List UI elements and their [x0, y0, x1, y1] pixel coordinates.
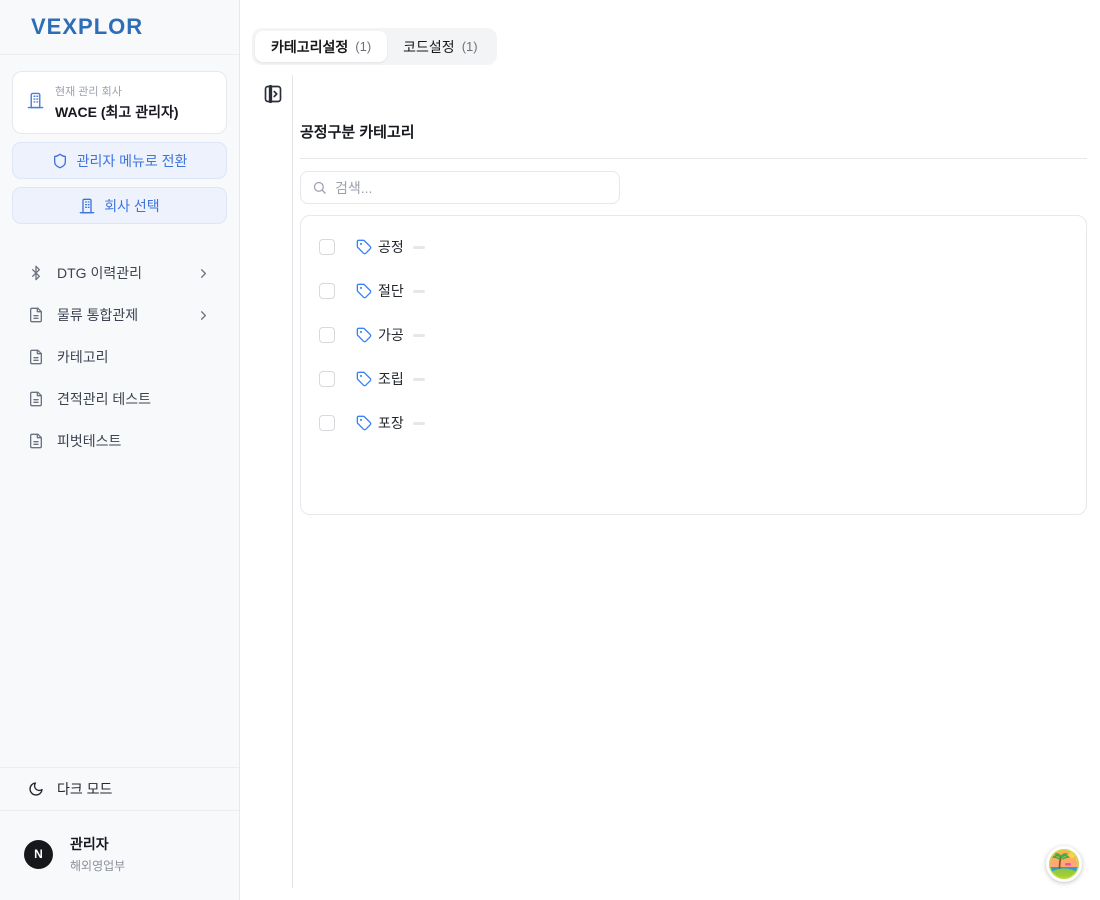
vexplor-logo[interactable]: VEXPLOR	[31, 14, 143, 40]
page-title: 공정구분 카테고리	[300, 121, 415, 142]
category-list-panel: 공정 절단 가공 조립	[300, 215, 1087, 515]
tag-icon	[356, 415, 372, 431]
current-company-card[interactable]: 현재 관리 회사 WACE (최고 관리자)	[12, 71, 227, 134]
tab-code-settings[interactable]: 코드설정 (1)	[387, 31, 493, 62]
category-row: 공정	[301, 225, 1086, 269]
category-checkbox[interactable]	[319, 283, 335, 299]
tab-count: (1)	[462, 39, 478, 54]
category-checkbox[interactable]	[319, 415, 335, 431]
company-name: WACE (최고 관리자)	[55, 102, 179, 122]
sidebar-item-quote-test[interactable]: 견적관리 테스트	[12, 378, 227, 420]
file-text-icon	[28, 433, 44, 449]
sidebar-item-label: 견적관리 테스트	[57, 389, 151, 409]
tag-icon	[356, 239, 372, 255]
sidebar-item-dtg-history[interactable]: DTG 이력관리	[12, 252, 227, 294]
user-profile[interactable]: N 관리자 해외영업부	[0, 811, 239, 900]
sidebar-item-label: 피벗테스트	[57, 431, 121, 451]
bluetooth-icon	[28, 265, 44, 281]
category-row: 가공	[301, 313, 1086, 357]
category-dash	[413, 334, 425, 337]
sidebar-item-category[interactable]: 카테고리	[12, 336, 227, 378]
sidebar-nav: DTG 이력관리 물류 통합관제 카테고리 견적관리 테스트	[0, 252, 239, 462]
dark-mode-label: 다크 모드	[57, 779, 112, 799]
chevron-right-icon	[196, 266, 211, 281]
file-text-icon	[28, 307, 44, 323]
category-label[interactable]: 포장	[378, 413, 404, 433]
sidebar-item-label: DTG 이력관리	[57, 263, 142, 283]
category-row: 포장	[301, 401, 1086, 445]
tag-icon	[356, 371, 372, 387]
switch-admin-menu-label: 관리자 메뉴로 전환	[77, 151, 188, 171]
user-name: 관리자	[70, 834, 125, 854]
tag-icon	[356, 283, 372, 299]
main-content: 카테고리설정 (1) 코드설정 (1) 공정구분 카테고리 공정	[240, 0, 1100, 900]
shield-icon	[52, 153, 68, 169]
sidebar-item-label: 물류 통합관제	[57, 305, 138, 325]
category-label[interactable]: 공정	[378, 237, 404, 257]
settings-tabs: 카테고리설정 (1) 코드설정 (1)	[252, 28, 497, 65]
desert-island-icon	[1048, 848, 1080, 880]
building-icon	[79, 198, 95, 214]
category-label[interactable]: 가공	[378, 325, 404, 345]
panel-left-open-icon	[263, 84, 283, 104]
title-divider	[300, 158, 1087, 159]
sidebar-bottom: 다크 모드 N 관리자 해외영업부	[0, 767, 239, 900]
moon-icon	[28, 781, 44, 797]
category-checkbox[interactable]	[319, 327, 335, 343]
category-label[interactable]: 절단	[378, 281, 404, 301]
user-department: 해외영업부	[70, 857, 125, 874]
tab-label: 카테고리설정	[271, 37, 348, 57]
search-icon	[312, 180, 327, 195]
select-company-button[interactable]: 회사 선택	[12, 187, 227, 224]
file-text-icon	[28, 349, 44, 365]
category-checkbox[interactable]	[319, 371, 335, 387]
sidebar-item-logistics-control[interactable]: 물류 통합관제	[12, 294, 227, 336]
category-dash	[413, 246, 425, 249]
category-checkbox[interactable]	[319, 239, 335, 255]
island-widget-button[interactable]	[1046, 846, 1082, 882]
search-input[interactable]	[335, 180, 608, 196]
sidebar-item-pivot-test[interactable]: 피벗테스트	[12, 420, 227, 462]
avatar: N	[24, 840, 53, 869]
sidebar-item-label: 카테고리	[57, 347, 109, 367]
chevron-right-icon	[196, 308, 211, 323]
tab-label: 코드설정	[403, 37, 455, 57]
building-icon	[27, 92, 44, 114]
category-search	[300, 171, 620, 204]
tag-icon	[356, 327, 372, 343]
category-dash	[413, 378, 425, 381]
tab-category-settings[interactable]: 카테고리설정 (1)	[255, 31, 387, 62]
company-card-label: 현재 관리 회사	[55, 83, 179, 99]
dark-mode-toggle[interactable]: 다크 모드	[0, 767, 239, 811]
tab-count: (1)	[355, 39, 371, 54]
category-row: 절단	[301, 269, 1086, 313]
file-text-icon	[28, 391, 44, 407]
category-label[interactable]: 조립	[378, 369, 404, 389]
sidebar: VEXPLOR 현재 관리 회사 WACE (최고 관리자) 관리자 메뉴로 전…	[0, 0, 240, 900]
logo-area: VEXPLOR	[0, 0, 239, 55]
select-company-label: 회사 선택	[104, 196, 159, 216]
panel-collapse-button[interactable]	[263, 84, 283, 104]
vertical-divider	[292, 75, 293, 888]
switch-admin-menu-button[interactable]: 관리자 메뉴로 전환	[12, 142, 227, 179]
category-dash	[413, 290, 425, 293]
category-row: 조립	[301, 357, 1086, 401]
category-dash	[413, 422, 425, 425]
